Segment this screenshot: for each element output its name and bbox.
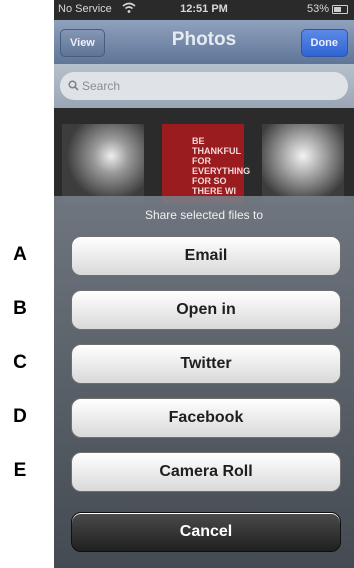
- cancel-button[interactable]: Cancel: [71, 512, 341, 552]
- facebook-button[interactable]: Facebook: [71, 398, 341, 438]
- search-placeholder: Search: [82, 79, 121, 93]
- battery-indicator: 53%: [307, 3, 348, 15]
- photo-thumbnail[interactable]: [262, 124, 344, 204]
- photo-thumbnail[interactable]: [62, 124, 144, 204]
- nav-bar: View Photos Done: [54, 20, 354, 64]
- action-sheet: Share selected files to Email Open in Tw…: [54, 196, 354, 568]
- battery-icon: [332, 4, 348, 14]
- search-input[interactable]: Search: [60, 72, 348, 100]
- camera-roll-button[interactable]: Camera Roll: [71, 452, 341, 492]
- label-d: D: [13, 406, 27, 427]
- email-button[interactable]: Email: [71, 236, 341, 276]
- search-bar: Search: [54, 64, 354, 108]
- done-button[interactable]: Done: [300, 29, 348, 57]
- twitter-button[interactable]: Twitter: [71, 344, 341, 384]
- action-sheet-title: Share selected files to: [144, 208, 264, 222]
- search-icon: [68, 72, 79, 110]
- open-in-button[interactable]: Open in: [71, 290, 341, 330]
- status-bar: No Service 12:51 PM 53%: [54, 0, 354, 20]
- battery-percent: 53%: [306, 3, 329, 15]
- label-c: C: [13, 352, 27, 373]
- label-b: B: [13, 298, 27, 319]
- thumbnail-text: BE THANKFUL FOR EVERYTHING FOR SO THERE …: [192, 136, 251, 196]
- photo-thumbnail[interactable]: BE THANKFUL FOR EVERYTHING FOR SO THERE …: [162, 124, 250, 204]
- label-a: A: [13, 244, 27, 265]
- phone-screen: No Service 12:51 PM 53% View Photos Done: [54, 0, 354, 568]
- label-e: E: [13, 460, 27, 481]
